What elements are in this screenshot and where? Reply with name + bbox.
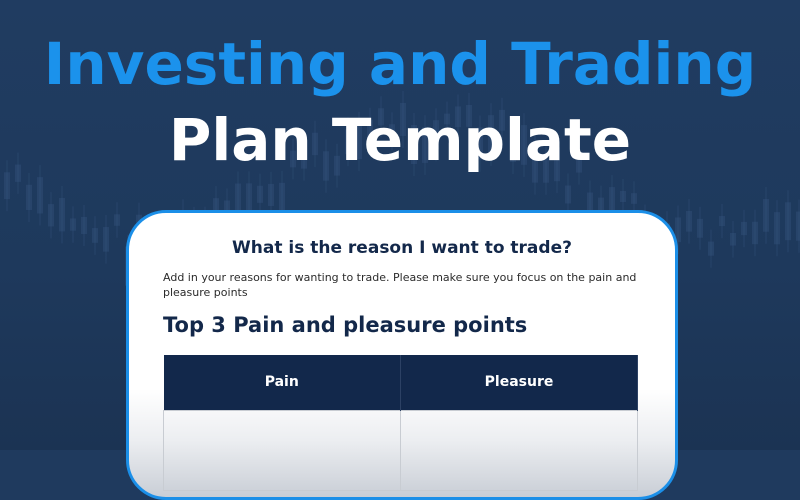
description-text: Add in your reasons for wanting to trade… xyxy=(163,271,637,299)
candle-body xyxy=(785,202,791,241)
candle-body xyxy=(708,241,714,256)
candle-body xyxy=(92,228,98,243)
candle-body xyxy=(697,218,703,238)
table-cell[interactable] xyxy=(400,409,638,491)
candle-body xyxy=(70,218,76,231)
document-preview-card: What is the reason I want to trade? Add … xyxy=(126,210,678,500)
candle-body xyxy=(796,211,800,241)
candle-body xyxy=(81,216,87,234)
candle-body xyxy=(279,182,285,213)
pain-pleasure-table: Pain Pleasure xyxy=(163,355,638,491)
table-header-row: Pain Pleasure xyxy=(163,355,638,410)
candle-body xyxy=(114,214,120,226)
candle-body xyxy=(4,172,10,200)
title-line-1: Investing and Trading xyxy=(43,30,757,98)
candle-body xyxy=(37,177,43,214)
candle-body xyxy=(741,221,747,236)
candle-body xyxy=(59,197,65,232)
candle-body xyxy=(620,190,626,203)
candle-body xyxy=(752,221,758,245)
candle-body xyxy=(631,193,637,204)
header-pleasure: Pleasure xyxy=(400,355,638,410)
header-pain: Pain xyxy=(163,355,401,410)
candle-body xyxy=(103,227,109,252)
table-cell[interactable] xyxy=(163,409,401,491)
candle-body xyxy=(763,199,769,232)
candle-body xyxy=(257,185,263,203)
candle-body xyxy=(268,183,274,206)
candle-body xyxy=(730,232,736,246)
candle-body xyxy=(719,216,725,227)
question-heading: What is the reason I want to trade? xyxy=(232,238,572,258)
table-row xyxy=(163,409,638,491)
candle-body xyxy=(26,184,32,211)
title-line-2: Plan Template xyxy=(168,106,632,174)
candle-body xyxy=(686,210,692,232)
section-heading: Top 3 Pain and pleasure points xyxy=(163,313,528,337)
candle-body xyxy=(565,185,571,204)
candle-body xyxy=(48,204,54,227)
candle-body xyxy=(774,212,780,245)
